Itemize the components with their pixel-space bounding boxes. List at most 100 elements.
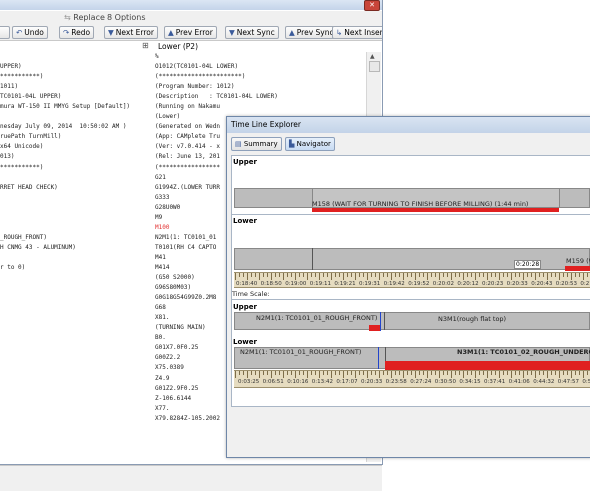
next-insert-button[interactable]: ↳ Next Insert <box>332 26 382 39</box>
code-line[interactable] <box>0 384 150 394</box>
tab-navigator[interactable]: ▙ Navigator <box>285 137 335 151</box>
code-line[interactable] <box>0 223 150 233</box>
code-line[interactable] <box>0 434 150 444</box>
ruler-tick <box>447 371 448 375</box>
code-line[interactable] <box>0 444 150 454</box>
code-line[interactable]: 1011) <box>0 82 150 92</box>
ruler-tick <box>307 371 308 378</box>
code-line[interactable] <box>0 323 150 333</box>
code-line[interactable]: H CNMG 43 - ALUMINUM) <box>0 243 150 253</box>
ruler-label: 0:06:51 <box>262 379 284 385</box>
close-icon[interactable]: ✕ <box>364 0 380 11</box>
ruler-tick <box>419 273 420 277</box>
overview-time-ruler[interactable]: 0:03:25 0:06:51 0:10:16 0:13:42 0:17:07 0:20:… <box>234 370 590 388</box>
ruler-tick <box>503 273 504 277</box>
ruler-tick <box>411 273 412 277</box>
code-line[interactable] <box>0 303 150 313</box>
code-line[interactable]: O1012(TC0101-04L LOWER) <box>155 62 365 72</box>
code-line[interactable]: _ROUGH_FRONT) <box>0 233 150 243</box>
code-line[interactable] <box>0 414 150 424</box>
ruler-label: 0:18:50 <box>260 281 282 287</box>
overview-upper-label: Upper <box>233 303 257 311</box>
ruler-tick <box>283 273 284 280</box>
redo-label: Redo <box>71 28 91 37</box>
ruler-tick <box>455 273 456 277</box>
code-line[interactable]: x64 Unicode) <box>0 142 150 152</box>
ruler-tick <box>355 371 356 378</box>
ruler-tick <box>487 273 488 280</box>
code-line[interactable]: TC0101-04L UPPER) <box>0 92 150 102</box>
ruler-tick <box>583 371 584 378</box>
ruler-tick <box>375 273 376 277</box>
code-line[interactable] <box>0 353 150 363</box>
ruler-label: 0:18:40 <box>236 281 258 287</box>
ruler-tick <box>243 371 244 375</box>
ruler-tick <box>339 273 340 277</box>
prev-error-button[interactable]: ▲ Prev Error <box>164 26 217 39</box>
ruler-tick <box>575 273 576 277</box>
code-line[interactable]: (Description : TC0101-04L LOWER) <box>155 92 365 102</box>
next-sync-button[interactable]: ▼ Next Sync <box>225 26 279 39</box>
code-line[interactable] <box>0 293 150 303</box>
scroll-up-icon[interactable]: ▲ <box>370 53 375 60</box>
code-line[interactable] <box>0 203 150 213</box>
code-line[interactable] <box>0 213 150 223</box>
status-bar <box>0 465 382 491</box>
split-pane-icon[interactable]: ⊞ <box>142 41 152 51</box>
upper-code-pane[interactable]: UPPER) ***********) 1011) TC0101-04L UPPER)… <box>0 52 150 464</box>
code-line[interactable]: 013) <box>0 152 150 162</box>
code-line[interactable] <box>0 253 150 263</box>
code-line[interactable] <box>0 313 150 323</box>
ruler-label: 0:17:07 <box>336 379 358 385</box>
code-line[interactable] <box>0 404 150 414</box>
code-line[interactable]: (Running on Nakamu <box>155 102 365 112</box>
code-line[interactable] <box>0 173 150 183</box>
code-line[interactable]: RRET HEAD CHECK) <box>0 183 150 193</box>
code-line[interactable]: r to 0) <box>0 263 150 273</box>
ruler-tick <box>315 273 316 277</box>
truncated-toolbar-button[interactable] <box>0 26 10 39</box>
scroll-thumb[interactable] <box>369 61 380 72</box>
overview-lower-cursor <box>378 347 379 369</box>
code-line[interactable] <box>0 374 150 384</box>
redo-button[interactable]: ↷ Redo <box>59 26 95 39</box>
code-line[interactable] <box>0 283 150 293</box>
code-line[interactable] <box>0 273 150 283</box>
ruler-tick <box>407 273 408 277</box>
code-line[interactable] <box>0 112 150 122</box>
code-line[interactable] <box>0 363 150 373</box>
timeline-canvas[interactable]: Upper M158 (WAIT FOR TURNING TO FINISH B… <box>231 155 590 407</box>
ruler-tick <box>311 371 312 375</box>
ruler-label: 0:19:42 <box>383 281 405 287</box>
code-line[interactable]: mura WT-150 II MMYG Setup [Default]) <box>0 102 150 112</box>
undo-icon: ↶ <box>16 28 23 37</box>
code-line[interactable] <box>0 394 150 404</box>
prev-sync-button[interactable]: ▲ Prev Sync <box>285 26 338 39</box>
code-line[interactable] <box>0 193 150 203</box>
code-line[interactable] <box>0 454 150 464</box>
code-line[interactable]: UPPER) <box>0 62 150 72</box>
code-line[interactable]: (Program Number: 1012) <box>155 82 365 92</box>
code-line[interactable]: (***********************) <box>155 72 365 82</box>
ruler-tick <box>523 273 524 280</box>
undo-button[interactable]: ↶ Undo <box>12 26 48 39</box>
ruler-tick <box>295 273 296 280</box>
ruler-tick <box>559 371 560 378</box>
code-line[interactable] <box>0 333 150 343</box>
replace-button[interactable]: ⇆ Replace <box>64 12 105 24</box>
code-line[interactable]: nesday July 09, 2014 10:50:02 AM ) <box>0 122 150 132</box>
code-line[interactable]: ***********) <box>0 72 150 82</box>
code-line[interactable]: ruePath TurnMill) <box>0 132 150 142</box>
ruler-tick <box>459 273 460 277</box>
next-error-button[interactable]: ▼ Next Error <box>104 26 158 39</box>
code-line[interactable] <box>0 343 150 353</box>
ruler-tick <box>403 273 404 280</box>
ruler-tick <box>331 273 332 280</box>
code-line[interactable] <box>0 424 150 434</box>
code-line[interactable] <box>0 52 150 62</box>
tab-summary[interactable]: ▤ Summary <box>231 137 282 151</box>
detail-time-ruler[interactable]: 0:18:40 0:18:50 0:19:00 0:19:11 0:19:21 0:19:… <box>234 272 590 288</box>
code-line[interactable]: ***********) <box>0 163 150 173</box>
options-button[interactable]: 8 Options <box>107 12 146 24</box>
code-line[interactable]: % <box>155 52 365 62</box>
